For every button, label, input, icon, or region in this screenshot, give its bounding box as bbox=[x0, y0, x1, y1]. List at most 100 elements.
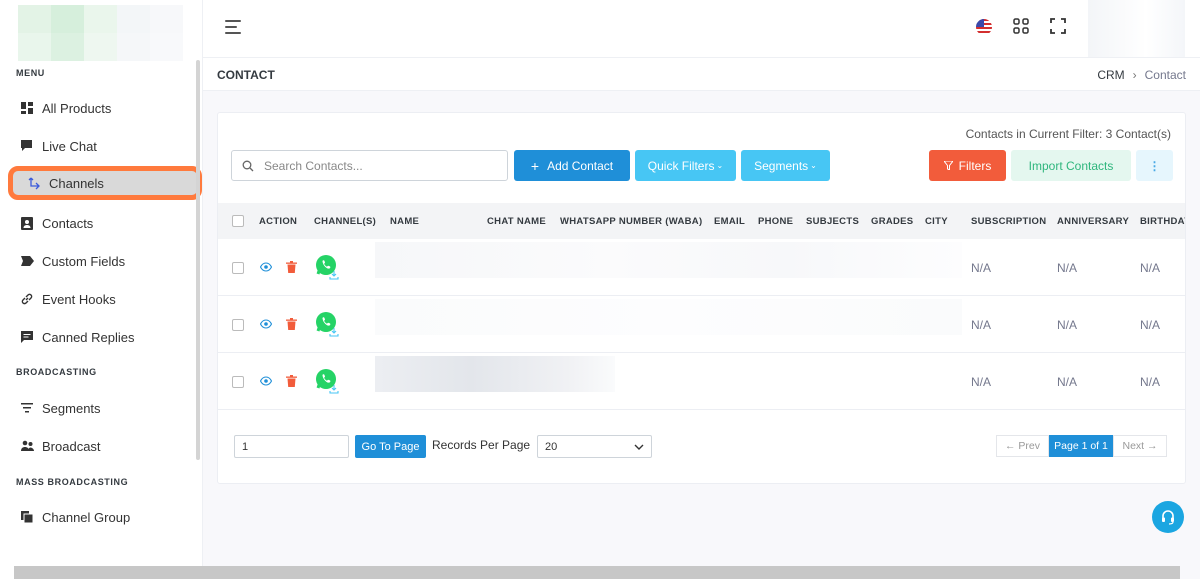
birthday-value: N/A bbox=[1140, 375, 1161, 389]
sidebar-item-label: Channels bbox=[49, 175, 104, 191]
tag-icon bbox=[20, 254, 34, 268]
row-checkbox[interactable] bbox=[232, 262, 244, 274]
help-support-button[interactable] bbox=[1152, 501, 1184, 533]
delete-trash-icon[interactable] bbox=[286, 261, 297, 273]
sidebar-item-segments[interactable]: Segments bbox=[0, 390, 200, 426]
breadcrumb-crm[interactable]: CRM bbox=[1097, 68, 1124, 82]
filter-icon bbox=[20, 401, 34, 415]
search-placeholder: Search Contacts... bbox=[264, 158, 363, 173]
select-all-checkbox[interactable] bbox=[232, 215, 244, 227]
more-options-button[interactable]: ⋮ bbox=[1136, 150, 1173, 181]
menu-toggle-icon[interactable] bbox=[225, 20, 243, 34]
funnel-icon bbox=[943, 161, 953, 170]
column-header: GRADES bbox=[871, 216, 914, 227]
topbar bbox=[203, 0, 1200, 58]
horizontal-scrollbar[interactable] bbox=[14, 566, 1180, 579]
search-icon bbox=[242, 160, 254, 171]
sidebar-item-label: Live Chat bbox=[42, 138, 97, 154]
quick-filters-button[interactable]: Quick Filters ⌄ bbox=[635, 150, 736, 181]
sidebar-item-contacts[interactable]: Contacts bbox=[0, 205, 200, 241]
sidebar-item-label: Canned Replies bbox=[42, 329, 135, 345]
column-header: ANNIVERSARY bbox=[1057, 216, 1130, 227]
column-header: BIRTHDAY bbox=[1140, 216, 1185, 227]
sidebar-item-channel-group[interactable]: Channel Group bbox=[0, 499, 200, 535]
anniversary-value: N/A bbox=[1057, 261, 1078, 275]
sidebar-item-label: All Products bbox=[42, 100, 112, 116]
column-header: CHAT NAME bbox=[487, 216, 546, 227]
grid-icon bbox=[20, 101, 34, 115]
view-eye-icon[interactable] bbox=[260, 261, 272, 273]
segments-button[interactable]: Segments ⌄ bbox=[741, 150, 830, 181]
download-icon[interactable] bbox=[329, 327, 339, 337]
sidebar-item-label: Channel Group bbox=[42, 509, 131, 525]
kebab-icon: ⋮ bbox=[1148, 158, 1161, 173]
page-number-input[interactable]: 1 bbox=[234, 435, 349, 458]
sidebar-item-event-hooks[interactable]: Event Hooks bbox=[0, 281, 200, 317]
page-title: CONTACT bbox=[217, 68, 275, 82]
subscription-value: N/A bbox=[971, 261, 992, 275]
column-header: SUBJECTS bbox=[806, 216, 860, 227]
breadcrumb-current: Contact bbox=[1144, 68, 1186, 82]
view-eye-icon[interactable] bbox=[260, 375, 272, 387]
records-per-page-label: Records Per Page bbox=[432, 438, 531, 452]
column-header: EMAIL bbox=[714, 216, 746, 227]
column-header: WHATSAPP NUMBER (WABA) bbox=[560, 216, 703, 227]
next-page-button[interactable]: Next → bbox=[1113, 435, 1167, 457]
anniversary-value: N/A bbox=[1057, 318, 1078, 332]
sidebar-scrollbar[interactable] bbox=[196, 60, 200, 460]
import-contacts-label: Import Contacts bbox=[1028, 158, 1114, 173]
sidebar-item-label: Custom Fields bbox=[42, 253, 126, 269]
contacts-card: Contacts in Current Filter: 3 Contact(s)… bbox=[217, 112, 1186, 484]
sidebar-item-label: Contacts bbox=[42, 215, 94, 231]
download-icon[interactable] bbox=[329, 270, 339, 280]
message-icon bbox=[20, 330, 34, 344]
delete-trash-icon[interactable] bbox=[286, 375, 297, 387]
row-checkbox[interactable] bbox=[232, 376, 244, 388]
fullscreen-icon[interactable] bbox=[1050, 18, 1068, 36]
plus-icon: + bbox=[530, 157, 540, 174]
apps-grid-icon[interactable] bbox=[1013, 18, 1031, 36]
birthday-value: N/A bbox=[1140, 261, 1161, 275]
sidebar-item-custom-fields[interactable]: Custom Fields bbox=[0, 243, 200, 279]
sidebar-item-channels[interactable]: Channels bbox=[8, 166, 202, 200]
copy-icon bbox=[20, 510, 34, 524]
section-title-mass-broadcasting: MASS BROADCASTING bbox=[16, 477, 129, 487]
section-title-menu: MENU bbox=[16, 68, 45, 78]
current-page-indicator: Page 1 of 1 bbox=[1049, 435, 1113, 457]
download-icon[interactable] bbox=[329, 384, 339, 394]
chat-icon bbox=[20, 139, 34, 153]
us-flag-icon[interactable] bbox=[975, 18, 993, 36]
column-header: PHONE bbox=[758, 216, 794, 227]
contacts-icon bbox=[20, 216, 34, 230]
filters-button[interactable]: Filters bbox=[929, 150, 1006, 181]
table-row: N/A N/A N/A bbox=[218, 296, 1185, 353]
redacted-contact-info bbox=[375, 299, 962, 335]
channels-icon bbox=[27, 176, 41, 190]
search-input[interactable]: Search Contacts... bbox=[231, 150, 508, 181]
breadcrumb: CRM › Contact bbox=[1097, 68, 1186, 82]
filter-count: Contacts in Current Filter: 3 Contact(s) bbox=[965, 127, 1171, 141]
sidebar-item-canned-replies[interactable]: Canned Replies bbox=[0, 319, 200, 355]
column-header: CITY bbox=[925, 216, 948, 227]
records-per-page-select[interactable]: 20 bbox=[537, 435, 652, 458]
add-contact-button[interactable]: + Add Contact bbox=[514, 150, 630, 181]
sidebar-item-label: Segments bbox=[42, 400, 101, 416]
sidebar-item-all-products[interactable]: All Products bbox=[0, 90, 200, 126]
user-profile-avatar[interactable] bbox=[1088, 0, 1185, 57]
chevron-down-icon bbox=[634, 444, 644, 450]
import-contacts-button[interactable]: Import Contacts bbox=[1011, 150, 1131, 181]
table-header: ACTION CHANNEL(S) NAME CHAT NAME WHATSAP… bbox=[218, 203, 1185, 239]
segments-label: Segments bbox=[754, 158, 809, 173]
sidebar-item-live-chat[interactable]: Live Chat bbox=[0, 128, 200, 164]
row-checkbox[interactable] bbox=[232, 319, 244, 331]
view-eye-icon[interactable] bbox=[260, 318, 272, 330]
prev-page-button[interactable]: ← Prev bbox=[996, 435, 1049, 457]
table-row: N/A N/A N/A bbox=[218, 239, 1185, 296]
sidebar-item-broadcast[interactable]: Broadcast bbox=[0, 428, 200, 464]
redacted-contact-info bbox=[375, 356, 615, 392]
birthday-value: N/A bbox=[1140, 318, 1161, 332]
anniversary-value: N/A bbox=[1057, 375, 1078, 389]
go-to-page-button[interactable]: Go To Page bbox=[355, 435, 426, 458]
subscription-value: N/A bbox=[971, 375, 992, 389]
delete-trash-icon[interactable] bbox=[286, 318, 297, 330]
